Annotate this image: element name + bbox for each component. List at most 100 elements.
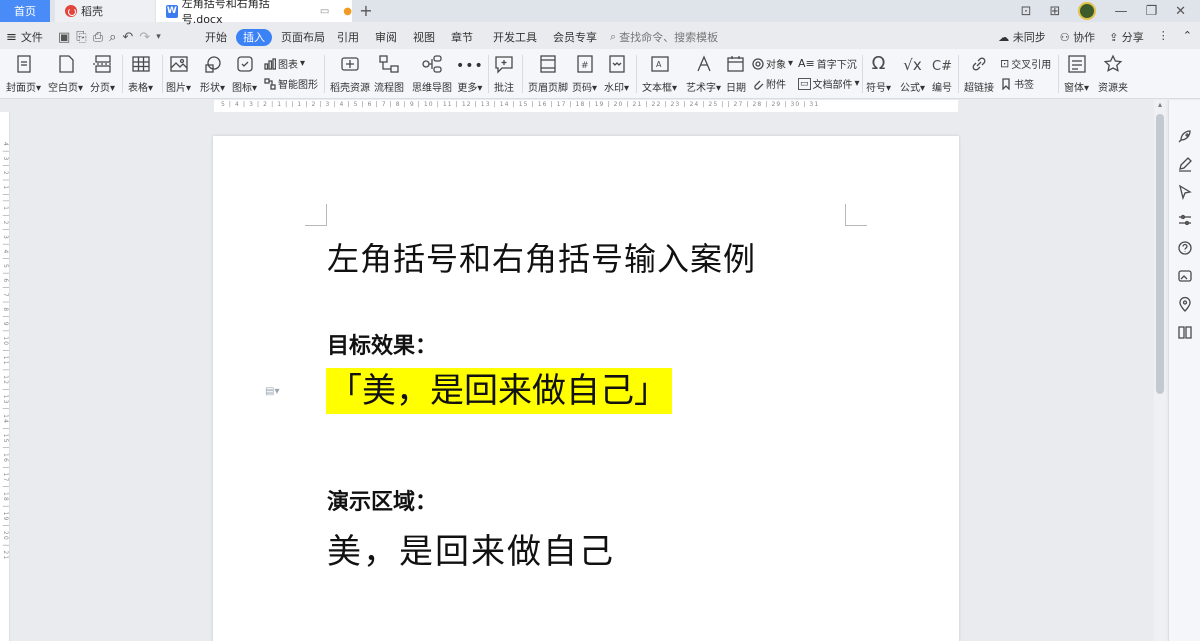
dropcap-button[interactable]: A≡ 首字下沉 <box>798 56 857 71</box>
help-icon[interactable] <box>1177 240 1193 256</box>
formula-button[interactable]: √x 公式▾ <box>900 49 925 94</box>
tab-home-ribbon[interactable]: 开始 <box>198 29 234 46</box>
shape-button[interactable]: 形状▾ <box>200 49 225 94</box>
tab-chapter[interactable]: 章节 <box>444 29 480 46</box>
page-number-button[interactable]: # 页码▾ <box>572 49 597 94</box>
page-break-icon <box>92 55 113 73</box>
customize-dropdown-icon[interactable]: ▾ <box>156 32 161 42</box>
mindmap-button[interactable]: 思维导图 <box>412 49 452 94</box>
picture-button[interactable]: 图片▾ <box>166 49 191 94</box>
print-preview-icon[interactable]: ⌕ <box>109 30 116 45</box>
cursor-icon[interactable] <box>1177 184 1193 200</box>
file-menu[interactable]: ≡ 文件 <box>6 26 43 48</box>
textbox-button[interactable]: A 文本框▾ <box>642 49 677 94</box>
redo-icon[interactable]: ↷ <box>139 30 150 45</box>
minimize-icon[interactable]: — <box>1114 4 1127 19</box>
save-icon[interactable]: ▣ <box>58 30 70 45</box>
tab-developer[interactable]: 开发工具 <box>486 29 544 46</box>
new-tab-button[interactable]: + <box>356 1 376 20</box>
heading-demo-area[interactable]: 演示区域： <box>327 484 437 516</box>
blank-page-label: 空白页 <box>48 83 78 94</box>
blank-page-button[interactable]: 空白页▾ <box>48 49 83 94</box>
demo-text[interactable]: 美，是回来做自己 <box>327 524 615 573</box>
tab-home[interactable]: 首页 <box>0 0 50 22</box>
hyperlink-button[interactable]: 超链接 <box>964 49 994 94</box>
cover-page-label: 封面页 <box>6 83 36 94</box>
daoke-resource-button[interactable]: 稻壳资源 <box>330 49 370 94</box>
watermark-icon <box>608 55 625 73</box>
highlighted-target-text[interactable]: 「美，是回来做自己」 <box>326 368 672 414</box>
tab-view[interactable]: 视图 <box>406 29 442 46</box>
sync-button[interactable]: ☁ 未同步 <box>998 29 1046 45</box>
divider <box>488 55 489 93</box>
collapse-ribbon-icon[interactable]: ⌃ <box>1183 29 1192 45</box>
sliders-icon[interactable] <box>1177 212 1193 228</box>
document-canvas[interactable]: 左角括号和右角括号输入案例 目标效果： ▤▾ 「美，是回来做自己」 演示区域： … <box>11 112 1150 641</box>
close-icon[interactable]: ✕ <box>1175 4 1186 19</box>
docparts-button[interactable]: ▭ 文档部件 ▾ <box>798 76 860 91</box>
comment-button[interactable]: 批注 <box>494 49 514 94</box>
share-button[interactable]: ⇪ 分享 <box>1109 29 1144 45</box>
cover-page-button[interactable]: 封面页▾ <box>6 49 41 94</box>
margin-corner-top-right <box>845 204 867 226</box>
vertical-scrollbar[interactable]: ▴ <box>1154 100 1166 641</box>
vertical-ruler[interactable]: 4 | 3 | 2 | 1 | | 1 | 2 | 3 | 4 | 5 | 6 … <box>0 112 10 641</box>
icons-button[interactable]: 图标▾ <box>232 49 257 94</box>
scroll-thumb[interactable] <box>1156 114 1164 394</box>
smartart-button[interactable]: 智能图形 <box>264 76 318 91</box>
ribbon-insert: 封面页▾ 空白页▾ 分页▾ 表格▾ 图片▾ 形状▾ 图标▾ 图表 ▾ 智能图形 稻… <box>0 49 1200 99</box>
crossref-button[interactable]: ⊡ 交叉引用 <box>1000 56 1051 71</box>
symbol-button[interactable]: Ω 符号▾ <box>866 49 891 94</box>
document-title[interactable]: 左角括号和右角括号输入案例 <box>327 234 756 280</box>
heading-target-effect[interactable]: 目标效果： <box>327 328 437 360</box>
right-side-panel <box>1168 100 1200 641</box>
collab-button[interactable]: ⚇ 协作 <box>1060 29 1095 45</box>
date-button[interactable]: 日期 <box>726 49 746 94</box>
apps-grid-icon[interactable]: ⊞ <box>1050 4 1061 19</box>
tab-page-layout[interactable]: 页面布局 <box>274 29 332 46</box>
paragraph-layout-icon[interactable]: ▤▾ <box>265 386 279 397</box>
header-footer-button[interactable]: 页眉页脚 <box>528 49 568 94</box>
numbering-button[interactable]: C# 编号 <box>932 49 952 94</box>
layout-switch-icon[interactable]: ⊡ <box>1021 4 1032 19</box>
rocket-icon[interactable] <box>1177 128 1193 144</box>
tab-document[interactable]: W 左角括号和右角括号.docx ▭ ● <box>156 0 352 26</box>
horizontal-ruler[interactable]: 5 | 4 | 3 | 2 | 1 | | 1 | 2 | 3 | 4 | 5 … <box>0 100 1150 112</box>
book-icon[interactable] <box>1177 324 1193 340</box>
tab-review[interactable]: 审阅 <box>368 29 404 46</box>
tab-bar: 首页 稻壳 W 左角括号和右角括号.docx ▭ ● + ⊡ ⊞ — ❐ ✕ <box>0 0 1200 26</box>
print-icon[interactable]: ⎙ <box>93 30 103 45</box>
page-break-button[interactable]: 分页▾ <box>90 49 115 94</box>
attachment-button[interactable]: 附件 <box>752 76 786 91</box>
restore-icon[interactable]: ❐ <box>1145 4 1157 19</box>
bookmark-button[interactable]: 书签 <box>1000 76 1034 91</box>
chart-button[interactable]: 图表 ▾ <box>264 56 305 71</box>
resource-icon <box>341 57 359 71</box>
tab-member[interactable]: 会员专享 <box>546 29 604 46</box>
command-search[interactable]: ⌕ 查找命令、搜索模板 <box>610 29 718 45</box>
image-edit-icon[interactable] <box>1177 268 1193 284</box>
table-button[interactable]: 表格▾ <box>128 49 153 94</box>
more-menu-icon[interactable]: ⋮ <box>1158 29 1169 45</box>
scroll-up-icon[interactable]: ▴ <box>1154 100 1166 112</box>
avatar[interactable] <box>1078 2 1097 20</box>
resource-folder-button[interactable]: 资源夹 <box>1098 49 1128 94</box>
flowchart-button[interactable]: 流程图 <box>374 49 404 94</box>
tab-daoke[interactable]: 稻壳 <box>55 0 155 22</box>
location-icon[interactable] <box>1177 296 1193 312</box>
tab-insert[interactable]: 插入 <box>236 29 272 46</box>
wordart-button[interactable]: 艺术字▾ <box>686 49 721 94</box>
numbering-icon: C# <box>932 59 952 74</box>
watermark-button[interactable]: 水印▾ <box>604 49 629 94</box>
table-label: 表格 <box>128 83 148 94</box>
document-page[interactable]: 左角括号和右角括号输入案例 目标效果： ▤▾ 「美，是回来做自己」 演示区域： … <box>213 136 959 641</box>
undo-icon[interactable]: ↶ <box>122 30 133 45</box>
tab-references[interactable]: 引用 <box>330 29 366 46</box>
more-button[interactable]: ••• 更多▾ <box>456 49 484 94</box>
window-form-button[interactable]: 窗体▾ <box>1064 49 1089 94</box>
export-pdf-icon[interactable]: ⎘ <box>76 30 86 45</box>
tab-pin-icon[interactable]: ▭ <box>320 6 329 17</box>
pen-icon[interactable] <box>1177 156 1193 172</box>
right-menu: ☁ 未同步 ⚇ 协作 ⇪ 分享 ⋮ ⌃ <box>998 29 1192 45</box>
object-button[interactable]: 对象 ▾ <box>752 56 793 71</box>
